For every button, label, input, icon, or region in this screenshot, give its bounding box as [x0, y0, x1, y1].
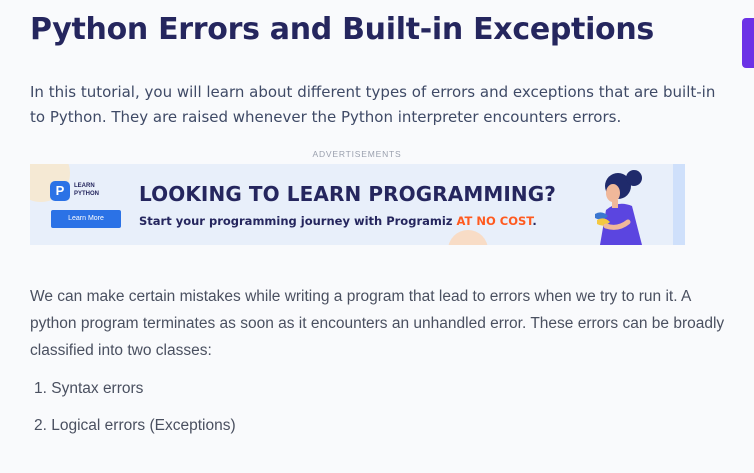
- ad-headline: LOOKING TO LEARN PROGRAMMING?: [139, 182, 556, 206]
- learn-more-button[interactable]: Learn More: [51, 210, 121, 228]
- page-title: Python Errors and Built-in Exceptions: [30, 12, 654, 47]
- ad-subline: Start your programming journey with Prog…: [139, 214, 537, 228]
- banner-decoration: [448, 230, 488, 245]
- list-item-text: Logical errors (Exceptions): [51, 417, 236, 434]
- logo-line: PYTHON: [74, 191, 100, 197]
- learn-python-logo: P LEARN PYTHON: [50, 179, 140, 203]
- side-tab[interactable]: [742, 18, 754, 68]
- person-with-python-logo-illustration: [595, 170, 642, 245]
- logo-line: LEARN: [74, 183, 95, 189]
- ad-subline-accent: AT NO COST: [456, 214, 533, 228]
- error-types-list: 1. Syntax errors 2. Logical errors (Exce…: [30, 377, 236, 451]
- body-paragraph: We can make certain mistakes while writi…: [30, 288, 725, 359]
- programiz-logo-icon: P: [50, 181, 70, 201]
- list-marker: 2.: [34, 417, 47, 434]
- ad-banner[interactable]: P LEARN PYTHON Learn More LOOKING TO LEA…: [30, 164, 685, 245]
- ad-subline-end: .: [532, 214, 537, 228]
- list-item-text: Syntax errors: [51, 380, 144, 397]
- intro-paragraph: In this tutorial, you will learn about d…: [30, 83, 716, 126]
- list-item: 2. Logical errors (Exceptions): [30, 414, 236, 437]
- ad-subline-text: Start your programming journey with Prog…: [139, 214, 457, 228]
- banner-decoration: [673, 164, 685, 245]
- list-item: 1. Syntax errors: [30, 377, 236, 400]
- advertisements-label: ADVERTISEMENTS: [312, 149, 402, 159]
- list-marker: 1.: [34, 380, 47, 397]
